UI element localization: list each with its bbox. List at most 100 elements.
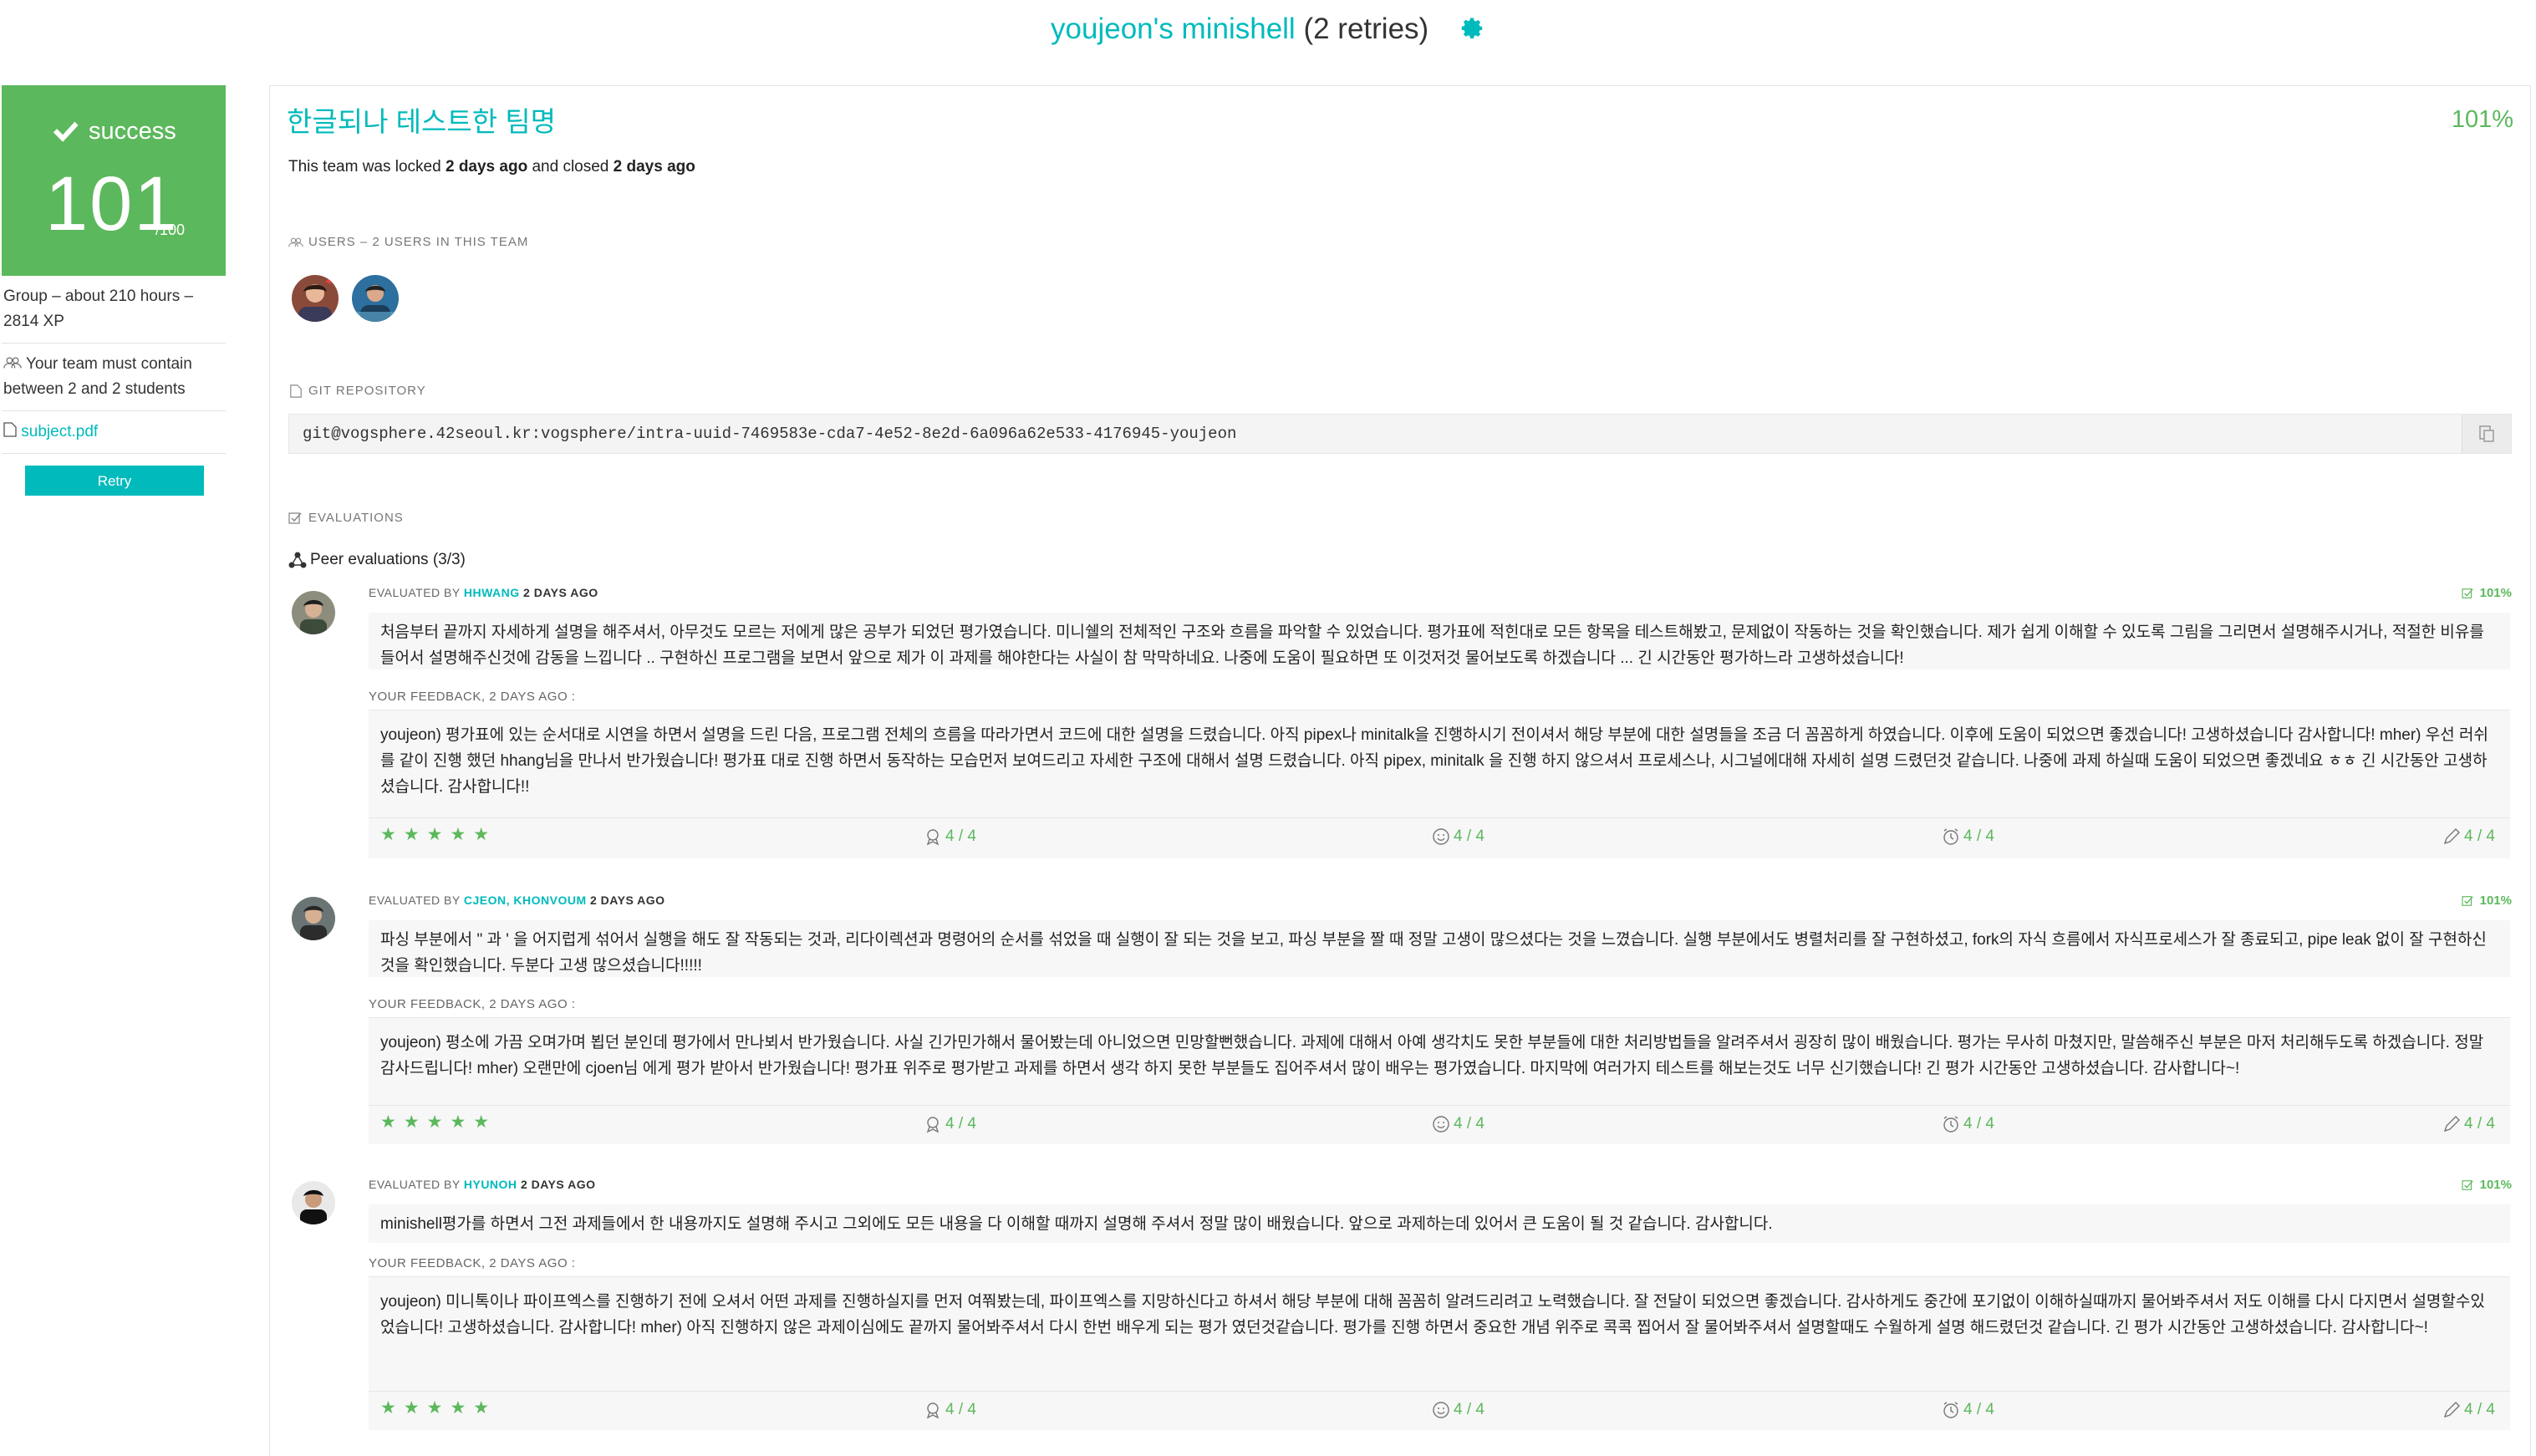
users-icon bbox=[288, 237, 303, 247]
users-section-label: USERS – 2 USERS IN THIS TEAM bbox=[288, 235, 528, 249]
avatar[interactable] bbox=[292, 1181, 335, 1224]
check-icon bbox=[2462, 588, 2473, 598]
feedback-card: youjeon) 평가표에 있는 순서대로 시연을 하면서 설명을 드린 다음,… bbox=[369, 710, 2510, 858]
network-icon bbox=[288, 552, 307, 568]
retries-count: (2 retries) bbox=[1303, 13, 1429, 45]
star-rating: ★★★★★ bbox=[380, 1398, 497, 1418]
evaluator-comment: 파싱 부분에서 " 과 ' 을 어지럽게 섞어서 실행을 해도 잘 작동되는 것… bbox=[369, 920, 2510, 977]
file-icon bbox=[290, 384, 302, 398]
evaluations-section-label: EVALUATIONS bbox=[288, 511, 404, 525]
feedback-card: youjeon) 평소에 가끔 오며가며 뵙던 분인데 평가에서 만나뵈서 반가… bbox=[369, 1017, 2510, 1144]
sidebar: success 101 /100 Group – about 210 hours… bbox=[2, 85, 226, 496]
metric-timeliness: 4 / 4 bbox=[1942, 1111, 1994, 1137]
star-rating: ★★★★★ bbox=[380, 825, 497, 844]
evaluation-percentage: 101% bbox=[2462, 1178, 2512, 1192]
evaluation-percentage-value: 101% bbox=[2479, 893, 2512, 908]
score-max: /100 bbox=[155, 221, 186, 238]
retry-button[interactable]: Retry bbox=[25, 466, 204, 496]
alarm-icon bbox=[1943, 1115, 1958, 1133]
smile-icon bbox=[1433, 1401, 1449, 1418]
alarm-icon bbox=[1943, 1401, 1958, 1418]
metric-rigor: 4 / 4 bbox=[2442, 1111, 2495, 1137]
gear-icon[interactable] bbox=[1460, 16, 1485, 41]
team-panel: 한글되나 테스트한 팀명 101% This team was locked 2… bbox=[269, 85, 2531, 1456]
evaluator-link[interactable]: HHWANG bbox=[464, 586, 520, 599]
metric-punctuality: 4 / 4 bbox=[924, 1111, 976, 1137]
pencil-icon bbox=[2443, 1115, 2461, 1132]
closed-when: 2 days ago bbox=[613, 158, 695, 176]
metric-value: 4 / 4 bbox=[2464, 1401, 2495, 1418]
badge-icon bbox=[926, 828, 940, 845]
evaluation-time: 2 DAYS AGO bbox=[523, 586, 598, 599]
evaluated-by-label: EVALUATED BY bbox=[369, 586, 464, 599]
users-icon bbox=[3, 357, 22, 369]
evaluation-header: EVALUATED BY HYUNOH 2 DAYS AGO bbox=[369, 1178, 595, 1191]
team-percentage: 101% bbox=[2451, 106, 2513, 133]
checkbox-icon bbox=[288, 512, 302, 524]
git-repository-field[interactable]: git@vogsphere.42seoul.kr:vogsphere/intra… bbox=[288, 414, 2512, 454]
peer-title-text: Peer evaluations (3/3) bbox=[310, 551, 466, 568]
team-rule-text: Your team must contain between 2 and 2 s… bbox=[3, 355, 192, 398]
evaluated-by-label: EVALUATED BY bbox=[369, 1178, 464, 1191]
metric-value: 4 / 4 bbox=[1963, 1115, 1994, 1133]
feedback-label: YOUR FEEDBACK, 2 DAYS AGO : bbox=[369, 690, 576, 704]
feedback-label: YOUR FEEDBACK, 2 DAYS AGO : bbox=[369, 997, 576, 1011]
evaluator-comment: minishell평가를 하면서 그전 과제들에서 한 내용까지도 설명해 주시… bbox=[369, 1204, 2510, 1243]
metric-rigor: 4 / 4 bbox=[2442, 823, 2495, 849]
evaluation-time: 2 DAYS AGO bbox=[590, 893, 665, 907]
pdf-icon bbox=[3, 422, 17, 437]
avatar[interactable] bbox=[352, 275, 399, 322]
check-icon bbox=[2462, 895, 2473, 906]
feedback-text: youjeon) 평가표에 있는 순서대로 시연을 하면서 설명을 드린 다음,… bbox=[380, 726, 2488, 796]
metric-timeliness: 4 / 4 bbox=[1942, 1397, 1994, 1423]
evaluated-by-label: EVALUATED BY bbox=[369, 893, 464, 907]
copy-button[interactable] bbox=[2462, 415, 2511, 453]
avatar[interactable] bbox=[292, 897, 335, 940]
feedback-text: youjeon) 미니톡이나 파이프엑스를 진행하기 전에 오셔서 어떤 과제를… bbox=[380, 1293, 2485, 1336]
evaluator-comment: 처음부터 끝까지 자세하게 설명을 해주셔서, 아무것도 모르는 저에게 많은 … bbox=[369, 613, 2510, 669]
users-label-text: USERS – 2 USERS IN THIS TEAM bbox=[308, 235, 529, 249]
metric-value: 4 / 4 bbox=[945, 1115, 976, 1133]
score-box: success 101 /100 bbox=[2, 85, 226, 276]
feedback-label: YOUR FEEDBACK, 2 DAYS AGO : bbox=[369, 1256, 576, 1270]
badge-icon bbox=[926, 1402, 940, 1418]
locked-prefix: This team was locked bbox=[288, 158, 446, 176]
star-rating: ★★★★★ bbox=[380, 1112, 497, 1132]
project-owner-link[interactable]: youjeon's minishell bbox=[1051, 13, 1296, 45]
pencil-icon bbox=[2443, 1401, 2461, 1418]
smile-icon bbox=[1433, 827, 1449, 845]
alarm-icon bbox=[1943, 827, 1958, 845]
rating-row: ★★★★★ 4 / 4 4 / 4 4 / 4 4 / 4 bbox=[369, 817, 2510, 847]
metric-value: 4 / 4 bbox=[1454, 827, 1484, 845]
avatar[interactable] bbox=[292, 275, 339, 322]
metric-value: 4 / 4 bbox=[2464, 1115, 2495, 1133]
locked-middle: and closed bbox=[527, 158, 614, 176]
git-label-text: GIT REPOSITORY bbox=[308, 384, 426, 398]
evaluations-label-text: EVALUATIONS bbox=[308, 511, 404, 525]
group-info: Group – about 210 hours – 2814 XP bbox=[2, 276, 226, 344]
metric-friendliness: 4 / 4 bbox=[1432, 823, 1484, 849]
evaluation-header: EVALUATED BY HHWANG 2 DAYS AGO bbox=[369, 586, 598, 599]
metric-friendliness: 4 / 4 bbox=[1432, 1397, 1484, 1423]
git-url[interactable]: git@vogsphere.42seoul.kr:vogsphere/intra… bbox=[303, 425, 1236, 443]
evaluator-link[interactable]: CJEON, KHONVOUM bbox=[464, 893, 587, 907]
evaluation-header: EVALUATED BY CJEON, KHONVOUM 2 DAYS AGO bbox=[369, 893, 665, 907]
subject-row: subject.pdf bbox=[2, 411, 226, 454]
locked-status: This team was locked 2 days ago and clos… bbox=[288, 158, 695, 176]
evaluator-link[interactable]: HYUNOH bbox=[464, 1178, 517, 1191]
subject-pdf-link[interactable]: subject.pdf bbox=[21, 423, 98, 440]
evaluation-percentage: 101% bbox=[2462, 586, 2512, 600]
avatar[interactable] bbox=[292, 591, 335, 634]
metric-rigor: 4 / 4 bbox=[2442, 1397, 2495, 1423]
evaluation-card: EVALUATED BY HYUNOH 2 DAYS AGO 101% mini… bbox=[288, 1178, 2512, 1453]
team-rule: Your team must contain between 2 and 2 s… bbox=[2, 344, 226, 411]
metric-value: 4 / 4 bbox=[1454, 1401, 1484, 1418]
peer-evaluations-title: Peer evaluations (3/3) bbox=[288, 551, 466, 569]
status-row: success bbox=[50, 117, 176, 145]
metric-value: 4 / 4 bbox=[1454, 1115, 1484, 1133]
feedback-card: youjeon) 미니톡이나 파이프엑스를 진행하기 전에 오셔서 어떤 과제를… bbox=[369, 1276, 2510, 1430]
metric-punctuality: 4 / 4 bbox=[924, 1397, 976, 1423]
metric-value: 4 / 4 bbox=[945, 827, 976, 845]
rating-row: ★★★★★ 4 / 4 4 / 4 4 / 4 4 / 4 bbox=[369, 1105, 2510, 1134]
status-label: success bbox=[89, 117, 176, 145]
